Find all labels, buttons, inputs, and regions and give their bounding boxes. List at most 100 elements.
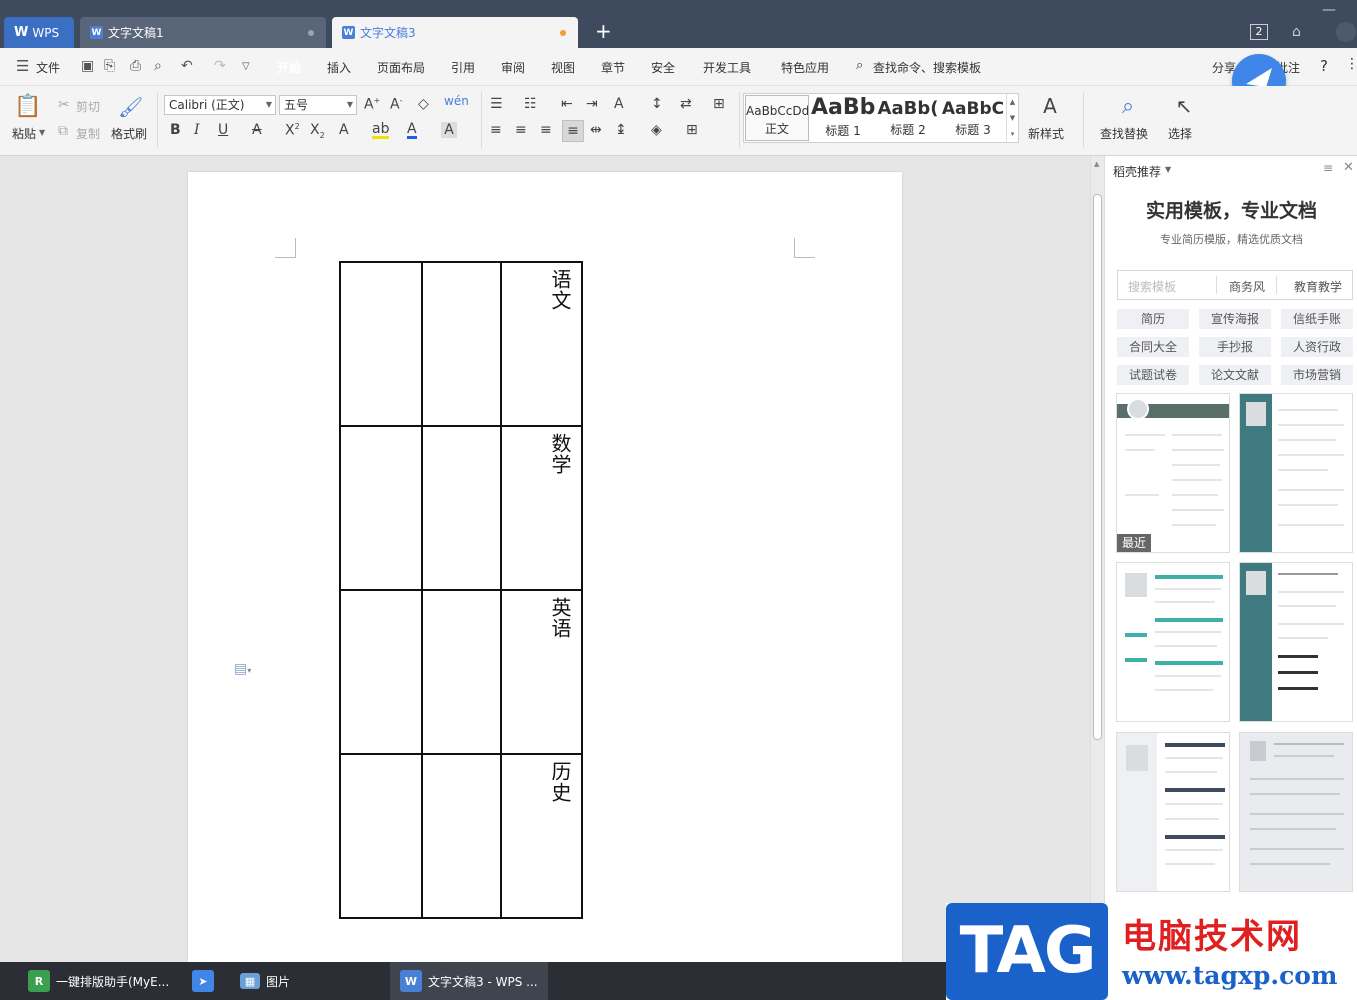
- category-handwritten-paper[interactable]: 手抄报: [1199, 337, 1271, 357]
- align-left-icon[interactable]: ≡: [490, 122, 502, 138]
- redo-icon[interactable]: ↷: [214, 58, 226, 74]
- table-cell[interactable]: [421, 753, 502, 919]
- command-search[interactable]: 查找命令、搜索模板: [873, 59, 981, 76]
- tab-document-1[interactable]: W 文字文稿1: [80, 17, 326, 48]
- taskbar-item-bird[interactable]: ➤: [192, 962, 220, 1000]
- table-cell[interactable]: 历史: [500, 753, 583, 919]
- table-cell[interactable]: [339, 425, 423, 591]
- font-name-select[interactable]: Calibri (正文) ▼: [164, 95, 276, 115]
- scroll-up-icon[interactable]: ▲: [1094, 160, 1099, 168]
- distribute-icon[interactable]: ⇹: [590, 122, 602, 138]
- panel-header[interactable]: 稻壳推荐: [1113, 163, 1161, 180]
- sort-icon[interactable]: ↕: [651, 96, 663, 112]
- font-color-icon[interactable]: A: [407, 122, 417, 139]
- tab-view[interactable]: 视图: [551, 59, 575, 76]
- table-cell[interactable]: [339, 753, 423, 919]
- save-icon[interactable]: ▣: [81, 58, 94, 74]
- tab-close-icon[interactable]: [308, 30, 314, 36]
- vertical-scrollbar[interactable]: ▲: [1090, 156, 1104, 962]
- unsaved-dot-icon[interactable]: [560, 30, 566, 36]
- export-pdf-icon[interactable]: ⎘: [104, 58, 115, 74]
- panel-menu-icon[interactable]: ≡: [1323, 161, 1333, 175]
- customize-quick-access-icon[interactable]: ▽: [242, 61, 250, 72]
- template-thumbnail[interactable]: [1239, 562, 1353, 722]
- line-spacing-icon[interactable]: ↨: [615, 122, 627, 138]
- tab-special-apps[interactable]: 特色应用: [781, 59, 829, 76]
- table-layout-icon[interactable]: ⊞: [713, 96, 725, 112]
- chevron-down-icon[interactable]: ▼: [1165, 165, 1171, 174]
- strikethrough-icon[interactable]: A: [252, 122, 262, 138]
- grow-font-icon[interactable]: A+: [364, 96, 380, 113]
- template-thumbnail[interactable]: [1239, 732, 1353, 892]
- cut-icon[interactable]: ✂: [58, 97, 70, 113]
- table-cell[interactable]: [421, 425, 502, 591]
- format-painter-icon[interactable]: 🖌: [118, 95, 143, 119]
- new-tab-button[interactable]: +: [595, 19, 612, 43]
- subscript-icon[interactable]: X2: [310, 122, 325, 140]
- tab-home[interactable]: 开始: [277, 59, 301, 76]
- new-style-button[interactable]: 新样式: [1028, 125, 1064, 142]
- more-icon[interactable]: ⋮: [1345, 56, 1357, 72]
- template-thumbnail[interactable]: [1239, 393, 1353, 553]
- borders-icon[interactable]: ⊞: [686, 122, 698, 138]
- copy-icon[interactable]: ⧉: [58, 123, 68, 139]
- copy-button[interactable]: 复制: [76, 125, 100, 142]
- cut-button[interactable]: 剪切: [76, 98, 100, 115]
- style-heading-3[interactable]: AaBbC 标题 3: [941, 95, 1005, 141]
- close-icon[interactable]: ✕: [1343, 160, 1354, 175]
- print-preview-icon[interactable]: ⌕: [154, 58, 162, 74]
- bullet-list-icon[interactable]: ☰: [490, 96, 503, 112]
- table-cell[interactable]: 语文: [500, 261, 583, 427]
- category-stationery[interactable]: 信纸手账: [1281, 309, 1353, 329]
- table-cell[interactable]: 数学: [500, 425, 583, 591]
- help-button[interactable]: ?: [1320, 57, 1328, 75]
- shading-icon[interactable]: ◈: [651, 122, 662, 138]
- paste-dropdown-icon[interactable]: ▼: [39, 128, 45, 137]
- category-thesis[interactable]: 论文文献: [1199, 365, 1271, 385]
- find-replace-icon[interactable]: ⌕: [1114, 94, 1142, 119]
- tag-business[interactable]: 商务风: [1229, 278, 1265, 295]
- table-cell[interactable]: [421, 589, 502, 755]
- superscript-icon[interactable]: X2: [285, 122, 300, 139]
- table-cell[interactable]: [339, 261, 423, 427]
- clear-format-icon[interactable]: ◇: [418, 96, 429, 112]
- template-thumbnail[interactable]: [1116, 732, 1230, 892]
- new-style-icon[interactable]: A: [1036, 94, 1064, 118]
- hamburger-icon[interactable]: ☰: [16, 57, 29, 75]
- category-marketing[interactable]: 市场营销: [1281, 365, 1353, 385]
- align-center-icon[interactable]: ≡: [515, 122, 527, 138]
- taskbar-item-pictures[interactable]: ▦ 图片: [240, 962, 290, 1000]
- tab-security[interactable]: 安全: [651, 59, 675, 76]
- select-button[interactable]: 选择: [1168, 125, 1192, 142]
- tab-insert[interactable]: 插入: [327, 59, 351, 76]
- text-effect-icon[interactable]: A: [339, 122, 349, 138]
- paragraph-layout-icon[interactable]: ▤▾: [234, 661, 251, 677]
- increase-indent-icon[interactable]: ⇥: [586, 96, 598, 112]
- category-exam[interactable]: 试题试卷: [1117, 365, 1189, 385]
- font-size-select[interactable]: 五号 ▼: [279, 95, 357, 115]
- tab-developer[interactable]: 开发工具: [703, 59, 751, 76]
- italic-icon[interactable]: I: [194, 122, 200, 138]
- paste-button[interactable]: 粘贴: [12, 125, 36, 142]
- menu-file[interactable]: 文件: [36, 59, 60, 76]
- category-poster[interactable]: 宣传海报: [1199, 309, 1271, 329]
- window-count-badge[interactable]: 2: [1250, 24, 1268, 40]
- numbered-list-icon[interactable]: ☷: [524, 96, 537, 112]
- decrease-indent-icon[interactable]: ⇤: [561, 96, 573, 112]
- tab-document-3[interactable]: W 文字文稿3: [332, 17, 578, 48]
- template-search-box[interactable]: 搜索模板 商务风 教育教学: [1117, 270, 1353, 300]
- document-table[interactable]: 语文 数学 英语 历史: [339, 261, 583, 919]
- table-cell[interactable]: [421, 261, 502, 427]
- select-cursor-icon[interactable]: ↖: [1173, 94, 1195, 118]
- pinyin-guide-icon[interactable]: wén: [444, 94, 469, 108]
- wps-home-tab[interactable]: W WPS: [4, 17, 74, 48]
- format-painter-button[interactable]: 格式刷: [111, 125, 147, 142]
- styles-scroll-icon[interactable]: ▲ ▼ ▾: [1006, 94, 1018, 142]
- paste-icon[interactable]: 📋: [14, 94, 42, 120]
- style-normal[interactable]: AaBbCcDd 正文: [745, 95, 809, 141]
- align-right-icon[interactable]: ≡: [540, 122, 552, 138]
- undo-icon[interactable]: ↶: [181, 58, 193, 74]
- table-cell[interactable]: 英语: [500, 589, 583, 755]
- highlight-icon[interactable]: ab: [372, 122, 390, 139]
- tab-references[interactable]: 引用: [451, 59, 475, 76]
